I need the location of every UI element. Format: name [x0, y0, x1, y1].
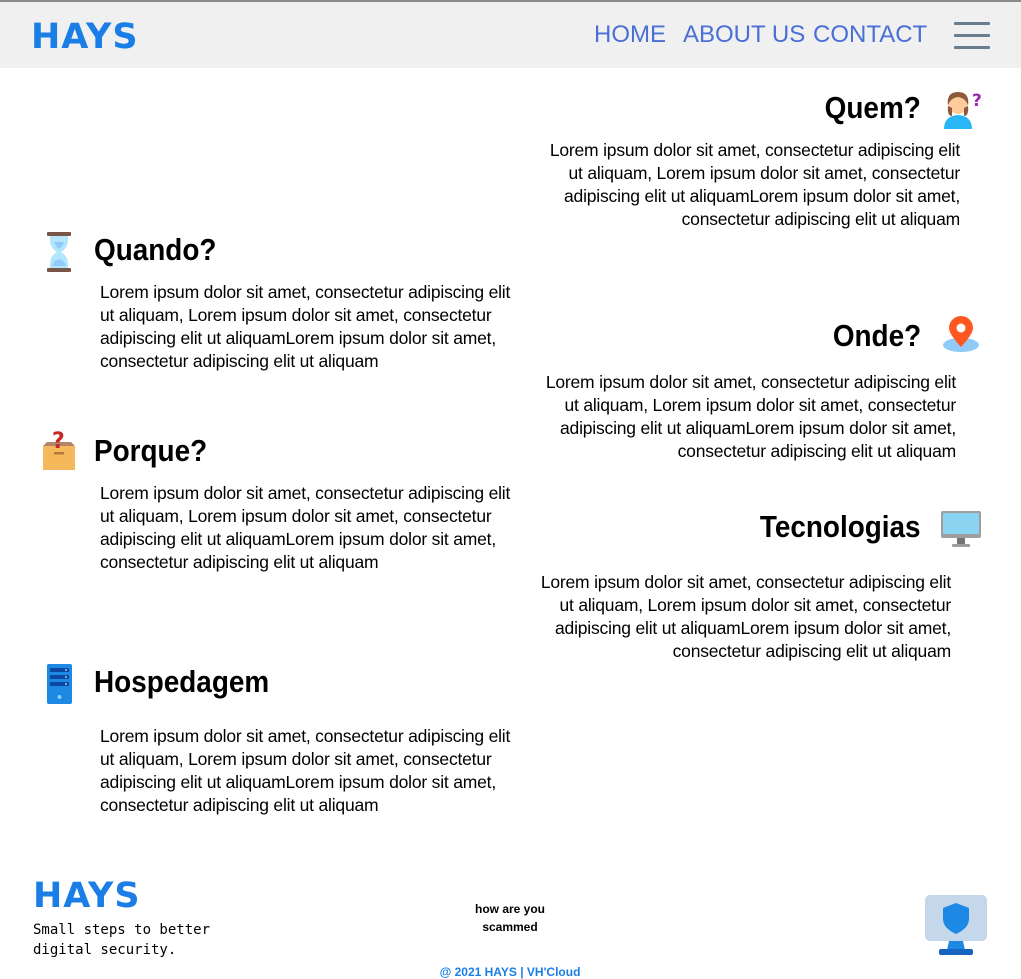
footer-brand[interactable]: HAYS	[33, 876, 141, 916]
shield-computer-icon	[925, 895, 987, 955]
section-title-quando: Quando?	[94, 232, 217, 267]
nav-home-link[interactable]: HOME	[594, 21, 666, 49]
nav-about-link[interactable]: ABOUT US	[683, 21, 805, 49]
section-text-quem: Lorem ipsum dolor sit amet, consectetur …	[549, 140, 960, 229]
nav-contact-link[interactable]: CONTACT	[813, 21, 927, 49]
section-text-tecnologias: Lorem ipsum dolor sit amet, consectetur …	[540, 572, 951, 661]
navbar: HAYS HOME ABOUT US CONTACT	[0, 0, 1021, 68]
brand-logo[interactable]: HAYS	[31, 17, 139, 57]
section-title-quem: Quem?	[824, 90, 921, 125]
section-title-hospedagem: Hospedagem	[94, 664, 270, 699]
svg-text:?: ?	[972, 91, 982, 111]
section-text-porque: Lorem ipsum dolor sit amet, consectetur …	[100, 483, 511, 572]
section-text-onde: Lorem ipsum dolor sit amet, consectetur …	[545, 372, 956, 461]
server-icon	[47, 664, 72, 704]
footer-tagline: Small steps to better digital security.	[33, 922, 211, 958]
section-text-hospedagem: Lorem ipsum dolor sit amet, consectetur …	[100, 726, 511, 815]
map-pin-icon	[943, 316, 979, 352]
section-text-quando: Lorem ipsum dolor sit amet, consectetur …	[100, 282, 511, 371]
hamburger-menu-icon[interactable]	[954, 22, 990, 50]
question-box-icon: ?	[43, 429, 75, 470]
section-title-porque: Porque?	[94, 433, 208, 468]
desktop-computer-icon	[941, 511, 981, 547]
footer-phrase: how are you scammed	[474, 902, 545, 934]
hourglass-icon	[47, 232, 71, 272]
section-title-onde: Onde?	[832, 318, 921, 353]
person-question-icon: ?	[944, 91, 982, 129]
footer-copyright[interactable]: @ 2021 HAYS | VH'Cloud	[380, 965, 640, 979]
svg-text:?: ?	[52, 429, 65, 454]
section-title-tecnologias: Tecnologias	[760, 509, 921, 544]
